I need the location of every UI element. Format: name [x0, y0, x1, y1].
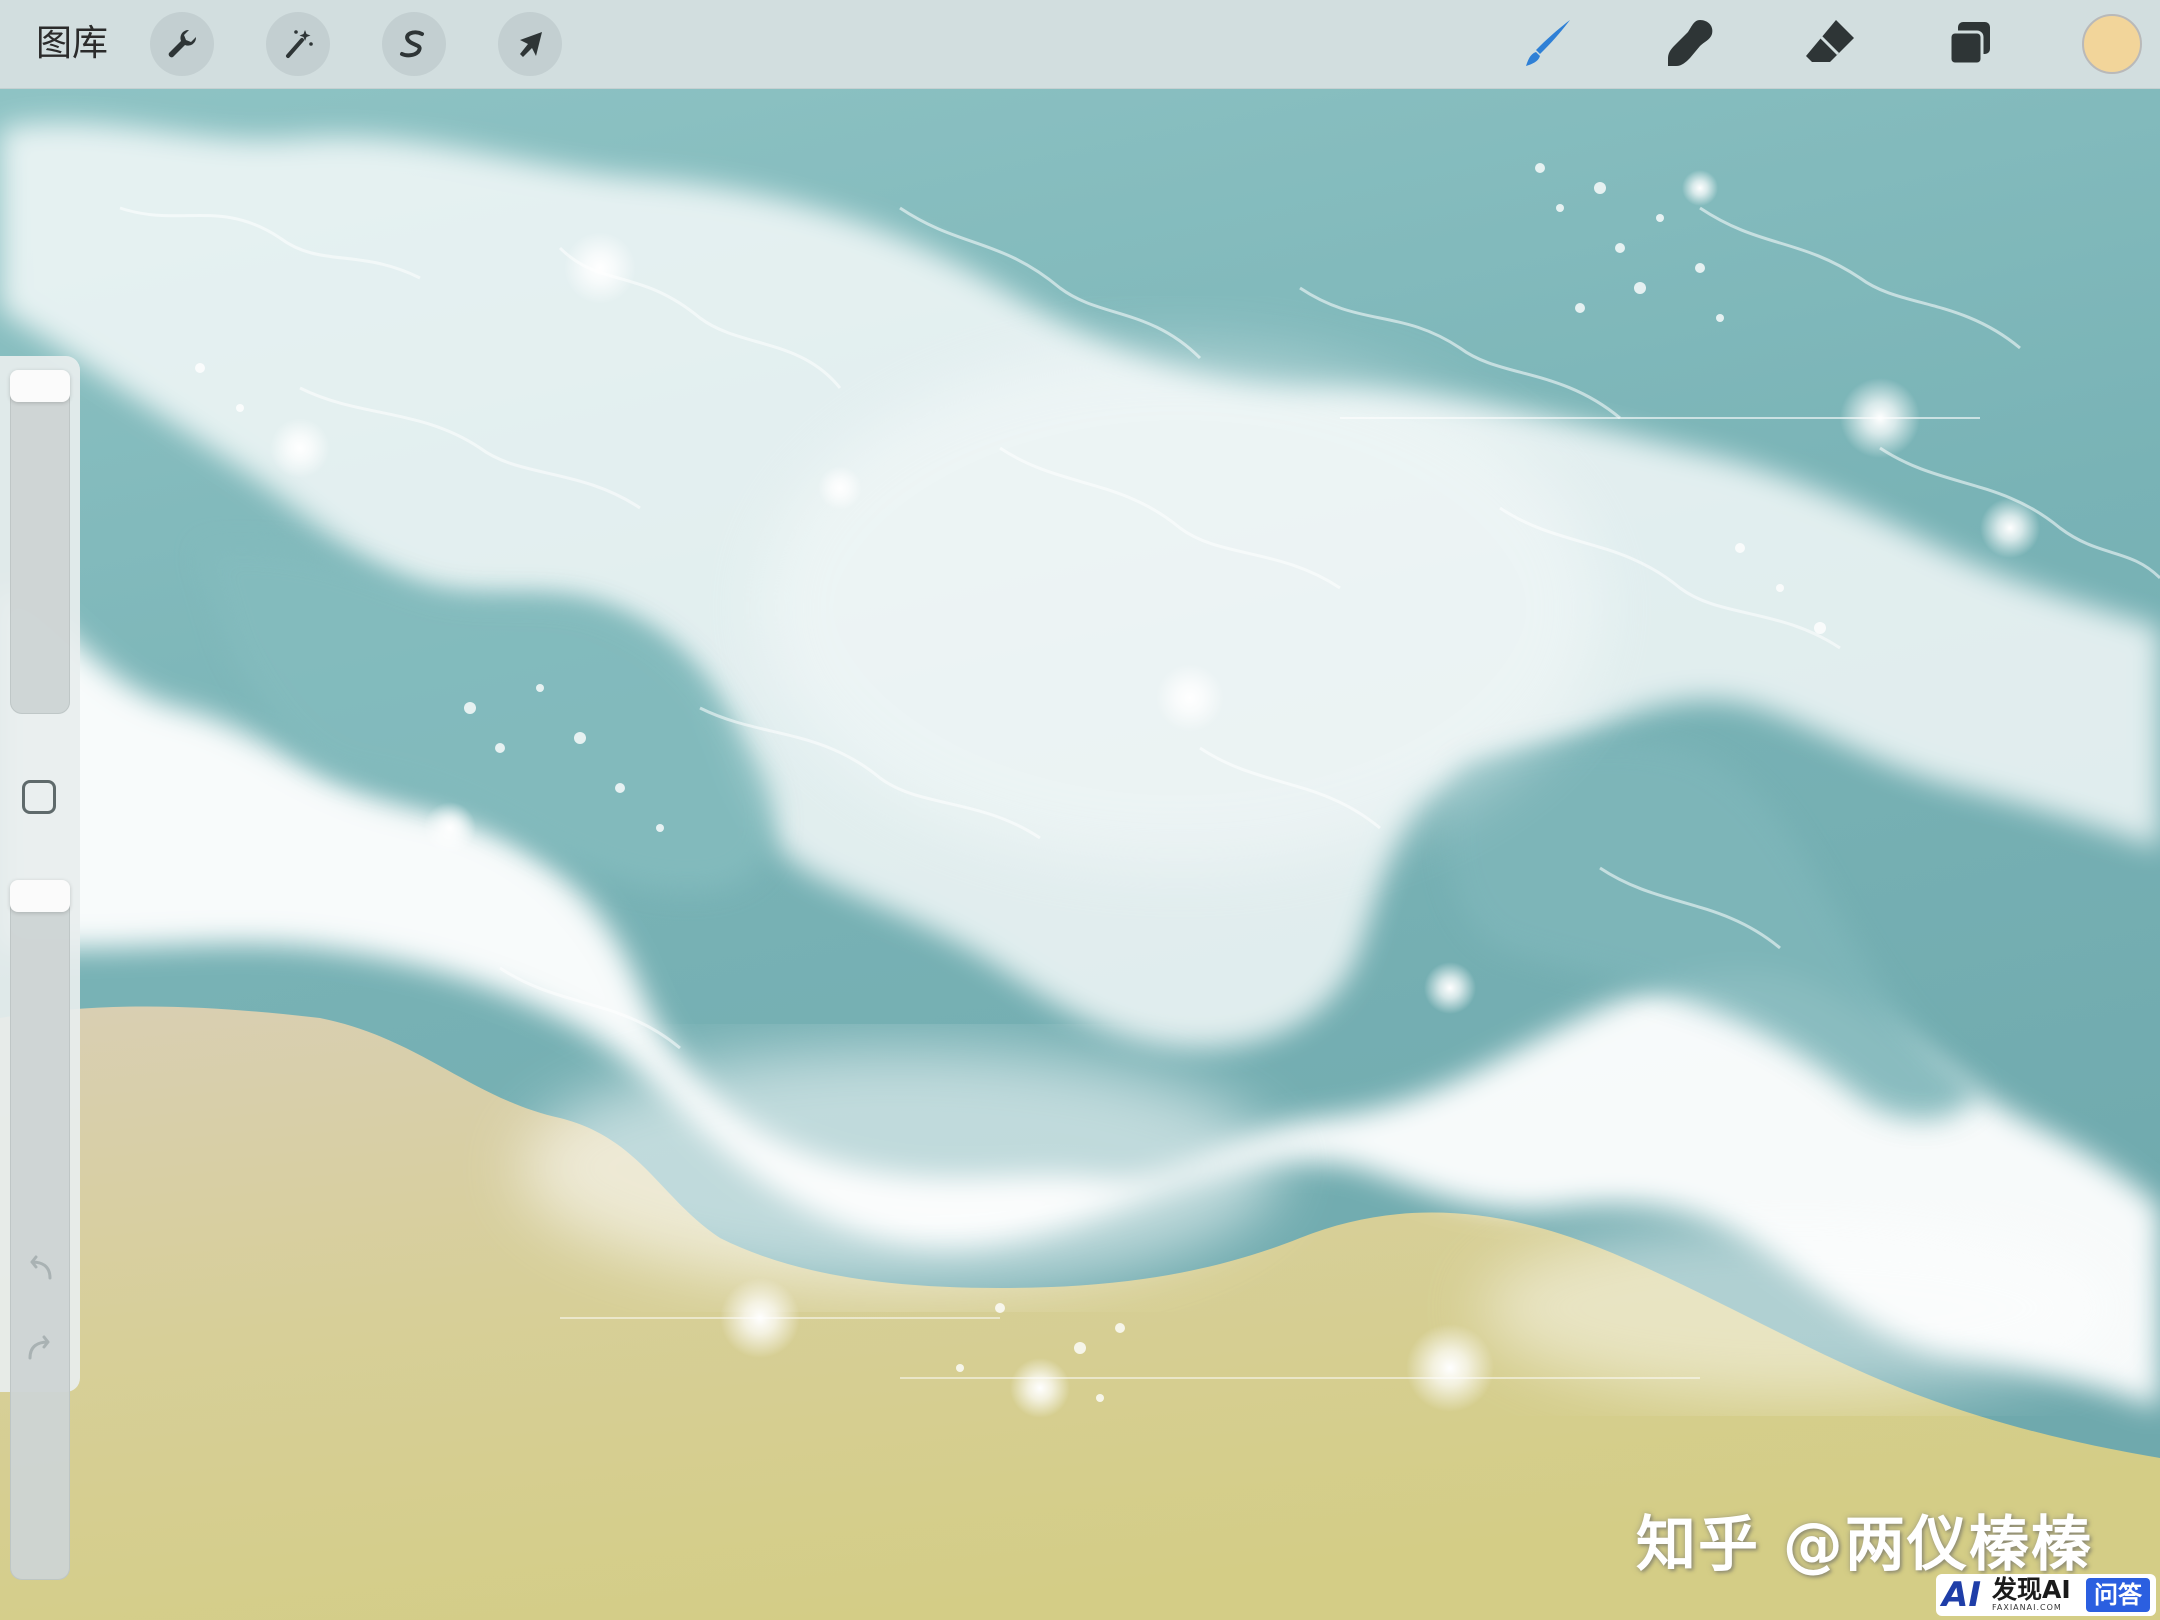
adjustments-button[interactable] [266, 12, 330, 76]
gallery-button[interactable]: 图库 [36, 22, 108, 66]
badge-tag: 问答 [2086, 1578, 2150, 1612]
color-picker-button[interactable] [2082, 14, 2142, 74]
opacity-slider[interactable] [10, 880, 70, 1580]
brush-size-slider[interactable] [10, 370, 70, 714]
left-sidebar [0, 356, 80, 1580]
badge-sub: FAXIANAI.COM [1992, 1603, 2062, 1612]
top-toolbar: 图库 [0, 0, 2160, 89]
smudge-button[interactable] [1660, 14, 1720, 74]
brush-icon [1526, 20, 1570, 66]
actions-button[interactable] [150, 12, 214, 76]
faxianai-badge: AI 发现AI FAXIANAI.COM 问答 [1936, 1574, 2156, 1616]
undo-arrow-icon[interactable] [20, 1248, 60, 1288]
transform-button[interactable] [498, 12, 562, 76]
zhihu-watermark: 知乎 @两仪榛榛 [1636, 1510, 2093, 1580]
layers-button[interactable] [1940, 14, 2000, 74]
redo-arrow-icon[interactable] [20, 1328, 60, 1368]
procreate-app: 图库 知乎 @两仪榛榛 AI 发现AI FAXIANAI.COM 问答 [0, 0, 2160, 1620]
beach-wave-painting [0, 88, 2160, 1620]
eraser-button[interactable] [1800, 14, 1860, 74]
badge-logo: AI [1942, 1575, 1981, 1615]
layers-icon [1948, 22, 1990, 66]
badge-brand: 发现AI [1992, 1575, 2071, 1604]
opacity-thumb[interactable] [10, 880, 70, 912]
wrench-icon [168, 29, 197, 58]
magic-wand-icon [286, 30, 313, 58]
modify-button[interactable] [22, 780, 56, 814]
brush-button[interactable] [1520, 14, 1580, 74]
brush-size-thumb[interactable] [10, 370, 70, 402]
arrow-cursor-icon [520, 32, 542, 57]
smudge-finger-icon [1668, 20, 1713, 66]
drawing-canvas[interactable] [0, 88, 2160, 1620]
eraser-icon [1806, 20, 1854, 62]
selection-s-icon [400, 30, 424, 58]
selection-button[interactable] [382, 12, 446, 76]
